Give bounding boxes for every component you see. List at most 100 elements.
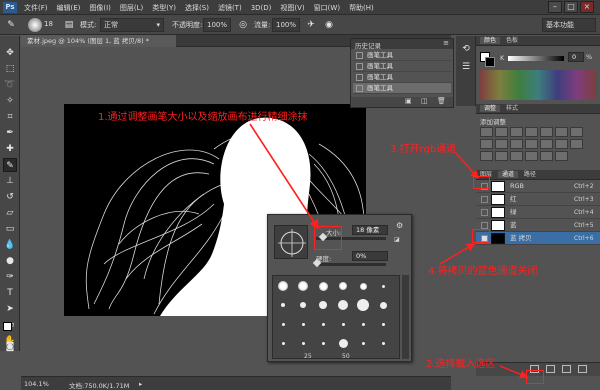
adjustment-icon[interactable]	[525, 151, 538, 161]
brush-preset[interactable]	[341, 322, 345, 326]
brush-preview-icon[interactable]	[28, 18, 42, 32]
quick-mask-icon[interactable]: ◙	[3, 340, 17, 354]
document-tab[interactable]: 素材.jpeg @ 104% (图层 1, 蓝 拷贝/8) *	[21, 35, 176, 47]
pressure-size-icon[interactable]: ◉	[322, 18, 336, 32]
menu-item[interactable]: 滤镜(T)	[218, 3, 242, 13]
channel-row-red[interactable]: 红 Ctrl+3	[476, 193, 600, 206]
history-item[interactable]: 画笔工具	[353, 50, 451, 61]
presets-scrollbar[interactable]	[402, 275, 409, 359]
brush-preset[interactable]	[300, 302, 306, 308]
menu-item[interactable]: 3D(D)	[251, 4, 272, 12]
save-selection-icon[interactable]	[546, 365, 555, 373]
history-brush-tool-icon[interactable]: ↺	[3, 190, 17, 204]
hardness-slider[interactable]	[316, 263, 386, 266]
k-value-field[interactable]: 0	[568, 52, 584, 62]
brush-tool-preset-icon[interactable]: ✎	[4, 18, 18, 32]
adjustment-icon[interactable]	[495, 127, 508, 137]
channel-row-blue-copy[interactable]: 蓝 拷贝 Ctrl+6	[476, 232, 600, 245]
brush-preset[interactable]	[359, 282, 367, 290]
brush-panel-toggle-icon[interactable]: ▤	[62, 18, 76, 32]
brush-preset[interactable]	[379, 301, 387, 309]
menu-item[interactable]: 视图(V)	[280, 3, 304, 13]
path-select-tool-icon[interactable]: ➤	[3, 302, 17, 316]
size-field[interactable]: 18 像素	[352, 225, 388, 235]
adjustment-icon[interactable]	[510, 139, 523, 149]
tab-adjustments[interactable]: 调整	[480, 105, 501, 112]
brush-preset[interactable]	[339, 282, 347, 290]
adjustment-icon[interactable]	[495, 139, 508, 149]
menu-item[interactable]: 图层(L)	[120, 3, 143, 13]
new-document-from-state-icon[interactable]: ▣	[405, 97, 412, 105]
adjustment-icon[interactable]	[555, 139, 568, 149]
brush-angle-preview[interactable]	[274, 225, 308, 259]
brush-preset[interactable]	[301, 322, 305, 326]
pressure-opacity-icon[interactable]: ◎	[236, 18, 250, 32]
properties-panel-icon[interactable]: ☰	[459, 60, 473, 74]
tab-color[interactable]: 颜色	[480, 37, 501, 44]
menu-item[interactable]: 窗口(W)	[314, 3, 340, 13]
menu-item[interactable]: 编辑(E)	[57, 3, 81, 13]
flow-field[interactable]: 100%	[272, 18, 300, 32]
dodge-tool-icon[interactable]: ●	[3, 254, 17, 268]
history-item[interactable]: 画笔工具	[353, 72, 451, 83]
adjustment-icon[interactable]	[480, 127, 493, 137]
brush-preset[interactable]	[318, 281, 328, 291]
type-tool-icon[interactable]: T	[3, 286, 17, 300]
marquee-tool-icon[interactable]: ⬚	[3, 62, 17, 76]
adjustment-icon[interactable]	[540, 139, 553, 149]
status-arrow-icon[interactable]: ▸	[139, 380, 142, 388]
history-item-selected[interactable]: 画笔工具	[353, 83, 451, 94]
foreground-color-swatch[interactable]	[3, 322, 12, 331]
background-swatch[interactable]	[485, 57, 495, 67]
adjustment-icon[interactable]	[525, 127, 538, 137]
adjustment-icon[interactable]	[555, 127, 568, 137]
adjustment-icon[interactable]	[510, 151, 523, 161]
adjustment-icon[interactable]	[570, 127, 583, 137]
k-slider[interactable]	[508, 56, 564, 61]
visibility-eye-icon[interactable]	[481, 196, 488, 203]
menu-item[interactable]: 选择(S)	[185, 3, 209, 13]
lasso-tool-icon[interactable]: ➰	[3, 78, 17, 92]
visibility-eye-icon[interactable]	[481, 209, 488, 216]
maximize-button[interactable]: □	[564, 1, 578, 13]
brush-preset[interactable]	[281, 341, 285, 345]
brush-preset[interactable]	[357, 299, 369, 311]
brush-preset[interactable]	[361, 322, 365, 326]
adjustment-icon[interactable]	[480, 151, 493, 161]
adjustment-icon[interactable]	[570, 139, 583, 149]
history-item[interactable]: 画笔工具	[353, 61, 451, 72]
adjustment-icon[interactable]	[480, 139, 493, 149]
trash-icon[interactable]: 🗑	[437, 97, 446, 105]
gradient-tool-icon[interactable]: ▭	[3, 222, 17, 236]
channel-row-green[interactable]: 绿 Ctrl+4	[476, 206, 600, 219]
history-panel-icon[interactable]: ⟲	[459, 42, 473, 56]
brush-preset[interactable]	[381, 284, 385, 288]
channel-row-rgb[interactable]: RGB Ctrl+2	[476, 180, 600, 193]
brush-preset[interactable]	[301, 341, 305, 345]
adjustment-icon[interactable]	[540, 127, 553, 137]
menu-item[interactable]: 类型(Y)	[152, 3, 176, 13]
brush-preset[interactable]	[319, 301, 327, 309]
color-ramp[interactable]	[480, 70, 596, 100]
tab-styles[interactable]: 样式	[506, 105, 518, 112]
brush-preset[interactable]	[338, 338, 348, 348]
blur-tool-icon[interactable]: 💧	[3, 238, 17, 252]
move-tool-icon[interactable]: ✥	[3, 46, 17, 60]
visibility-eye-icon[interactable]	[481, 222, 488, 229]
brush-preset[interactable]	[321, 322, 325, 326]
tab-swatches[interactable]: 色板	[506, 37, 518, 44]
crop-tool-icon[interactable]: ⌗	[3, 110, 17, 124]
hardness-field[interactable]: 0%	[352, 251, 388, 261]
brush-preset[interactable]	[381, 322, 385, 326]
brush-preset[interactable]	[361, 341, 365, 345]
mode-select[interactable]: 正常 ▾	[100, 18, 164, 32]
quick-select-tool-icon[interactable]: ✧	[3, 94, 17, 108]
snapshot-icon[interactable]: ◫	[421, 97, 428, 105]
settings-gear-icon[interactable]: ⚙	[396, 221, 403, 230]
panel-menu-icon[interactable]: ≡	[443, 39, 449, 47]
brush-preset[interactable]	[278, 281, 288, 291]
delete-channel-icon[interactable]	[578, 365, 587, 373]
zoom-level[interactable]: 104.1%	[24, 380, 49, 388]
adjustment-icon[interactable]	[495, 151, 508, 161]
pen-tool-icon[interactable]: ✑	[3, 270, 17, 284]
